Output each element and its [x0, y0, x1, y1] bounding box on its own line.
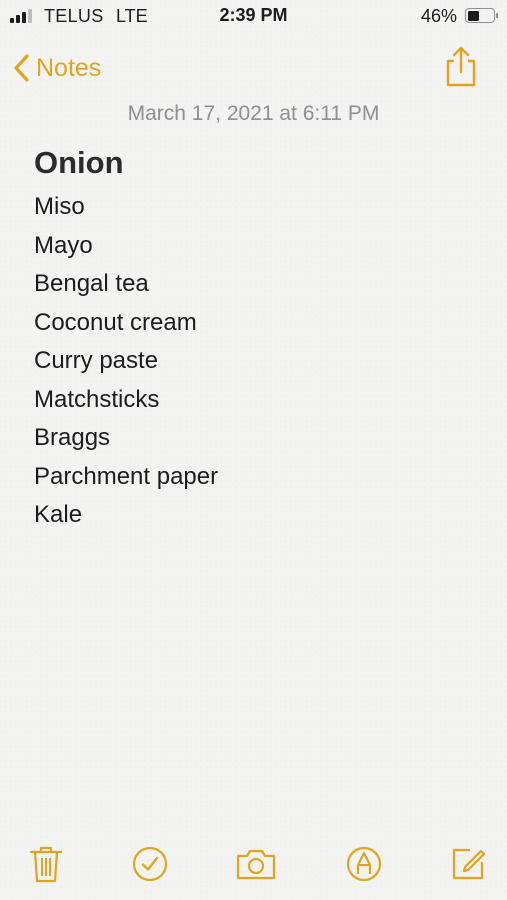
status-bar: TELUS LTE 2:39 PM 46%: [0, 0, 507, 34]
note-date: March 17, 2021 at 6:11 PM: [127, 102, 380, 125]
battery-icon: [465, 8, 498, 23]
camera-icon: [236, 849, 276, 880]
note-line[interactable]: Mayo: [34, 227, 218, 266]
markup-icon: [346, 846, 382, 882]
camera-button[interactable]: [234, 842, 278, 886]
note-line[interactable]: Parchment paper: [34, 458, 218, 497]
battery-percentage: 46%: [420, 6, 457, 26]
markup-button[interactable]: [342, 842, 386, 886]
chevron-left-icon: [14, 54, 29, 82]
note-line[interactable]: Braggs: [34, 419, 218, 458]
compose-icon: [452, 848, 486, 880]
bottom-toolbar: [0, 830, 507, 900]
back-button-label: Notes: [36, 53, 102, 82]
share-icon: [446, 46, 476, 87]
note-body[interactable]: Miso Mayo Bengal tea Coconut cream Curry…: [34, 188, 218, 535]
note-line[interactable]: Kale: [34, 496, 218, 535]
compose-button[interactable]: [446, 842, 490, 886]
checklist-icon: [132, 846, 168, 882]
delete-button[interactable]: [24, 842, 68, 886]
note-line[interactable]: Bengal tea: [34, 265, 218, 304]
battery-fill: [467, 10, 479, 21]
note-line[interactable]: Miso: [34, 188, 218, 227]
share-button[interactable]: [443, 44, 479, 88]
note-line[interactable]: Curry paste: [34, 342, 218, 381]
note-line[interactable]: Matchsticks: [34, 381, 218, 420]
checklist-button[interactable]: [128, 842, 172, 886]
trash-icon: [29, 846, 63, 883]
back-to-notes-button[interactable]: Notes: [12, 50, 101, 86]
note-title[interactable]: Onion: [34, 145, 124, 181]
note-line[interactable]: Coconut cream: [34, 304, 218, 343]
